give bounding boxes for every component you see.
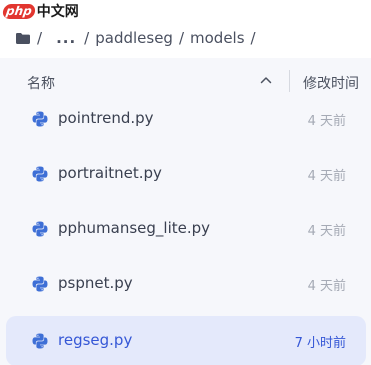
breadcrumb-separator: / — [84, 29, 90, 47]
breadcrumb-separator: / — [250, 29, 256, 47]
breadcrumb-item-models[interactable]: models — [190, 29, 245, 47]
python-file-icon — [32, 166, 48, 182]
file-row-pspnet[interactable]: pspnet.py 4 天前 — [6, 259, 366, 309]
file-name: regseg.py — [58, 331, 133, 349]
chevron-up-icon[interactable] — [259, 73, 273, 87]
python-file-icon — [32, 221, 48, 237]
breadcrumb-separator: / — [178, 29, 185, 47]
file-row-pphumanseg-lite[interactable]: pphumanseg_lite.py 4 天前 — [6, 204, 366, 254]
breadcrumb-ellipsis-button[interactable]: ... — [56, 29, 76, 47]
file-row-portraitnet[interactable]: portraitnet.py 4 天前 — [6, 149, 366, 199]
file-modified-time: 4 天前 — [307, 114, 346, 129]
watermark-php-text: php — [1, 3, 36, 19]
watermark-cn-text: 中文网 — [36, 4, 79, 20]
file-row-pointrend[interactable]: pointrend.py 4 天前 — [6, 94, 366, 144]
file-list-panel: 名称 修改时间 pointrend.py 4 天前 portraitnet.py… — [0, 58, 371, 365]
file-modified-time: 4 天前 — [307, 224, 346, 239]
file-row-regseg[interactable]: regseg.py 7 小时前 — [6, 316, 366, 365]
column-header-name[interactable]: 名称 — [27, 73, 55, 93]
file-name: pointrend.py — [58, 109, 154, 127]
file-name: portraitnet.py — [58, 164, 162, 182]
breadcrumb-separator: / — [37, 29, 43, 47]
folder-icon[interactable] — [16, 32, 30, 44]
python-file-icon — [32, 111, 48, 127]
column-divider[interactable] — [289, 70, 290, 92]
column-header-modified-time[interactable]: 修改时间 — [303, 73, 359, 93]
file-modified-time: 7 小时前 — [294, 336, 346, 351]
breadcrumb-item-paddleseg[interactable]: paddleseg — [95, 29, 173, 47]
file-modified-time: 4 天前 — [307, 169, 346, 184]
python-file-icon — [32, 276, 48, 292]
php-cn-watermark-logo: php 中文网 — [1, 2, 79, 20]
file-name: pphumanseg_lite.py — [58, 219, 211, 237]
breadcrumb: / ... / paddleseg / models / — [16, 28, 262, 48]
python-file-icon — [32, 333, 48, 349]
file-modified-time: 4 天前 — [307, 279, 346, 294]
file-name: pspnet.py — [58, 274, 133, 292]
file-browser: php 中文网 / ... / paddleseg / models / 名称 … — [0, 0, 371, 365]
